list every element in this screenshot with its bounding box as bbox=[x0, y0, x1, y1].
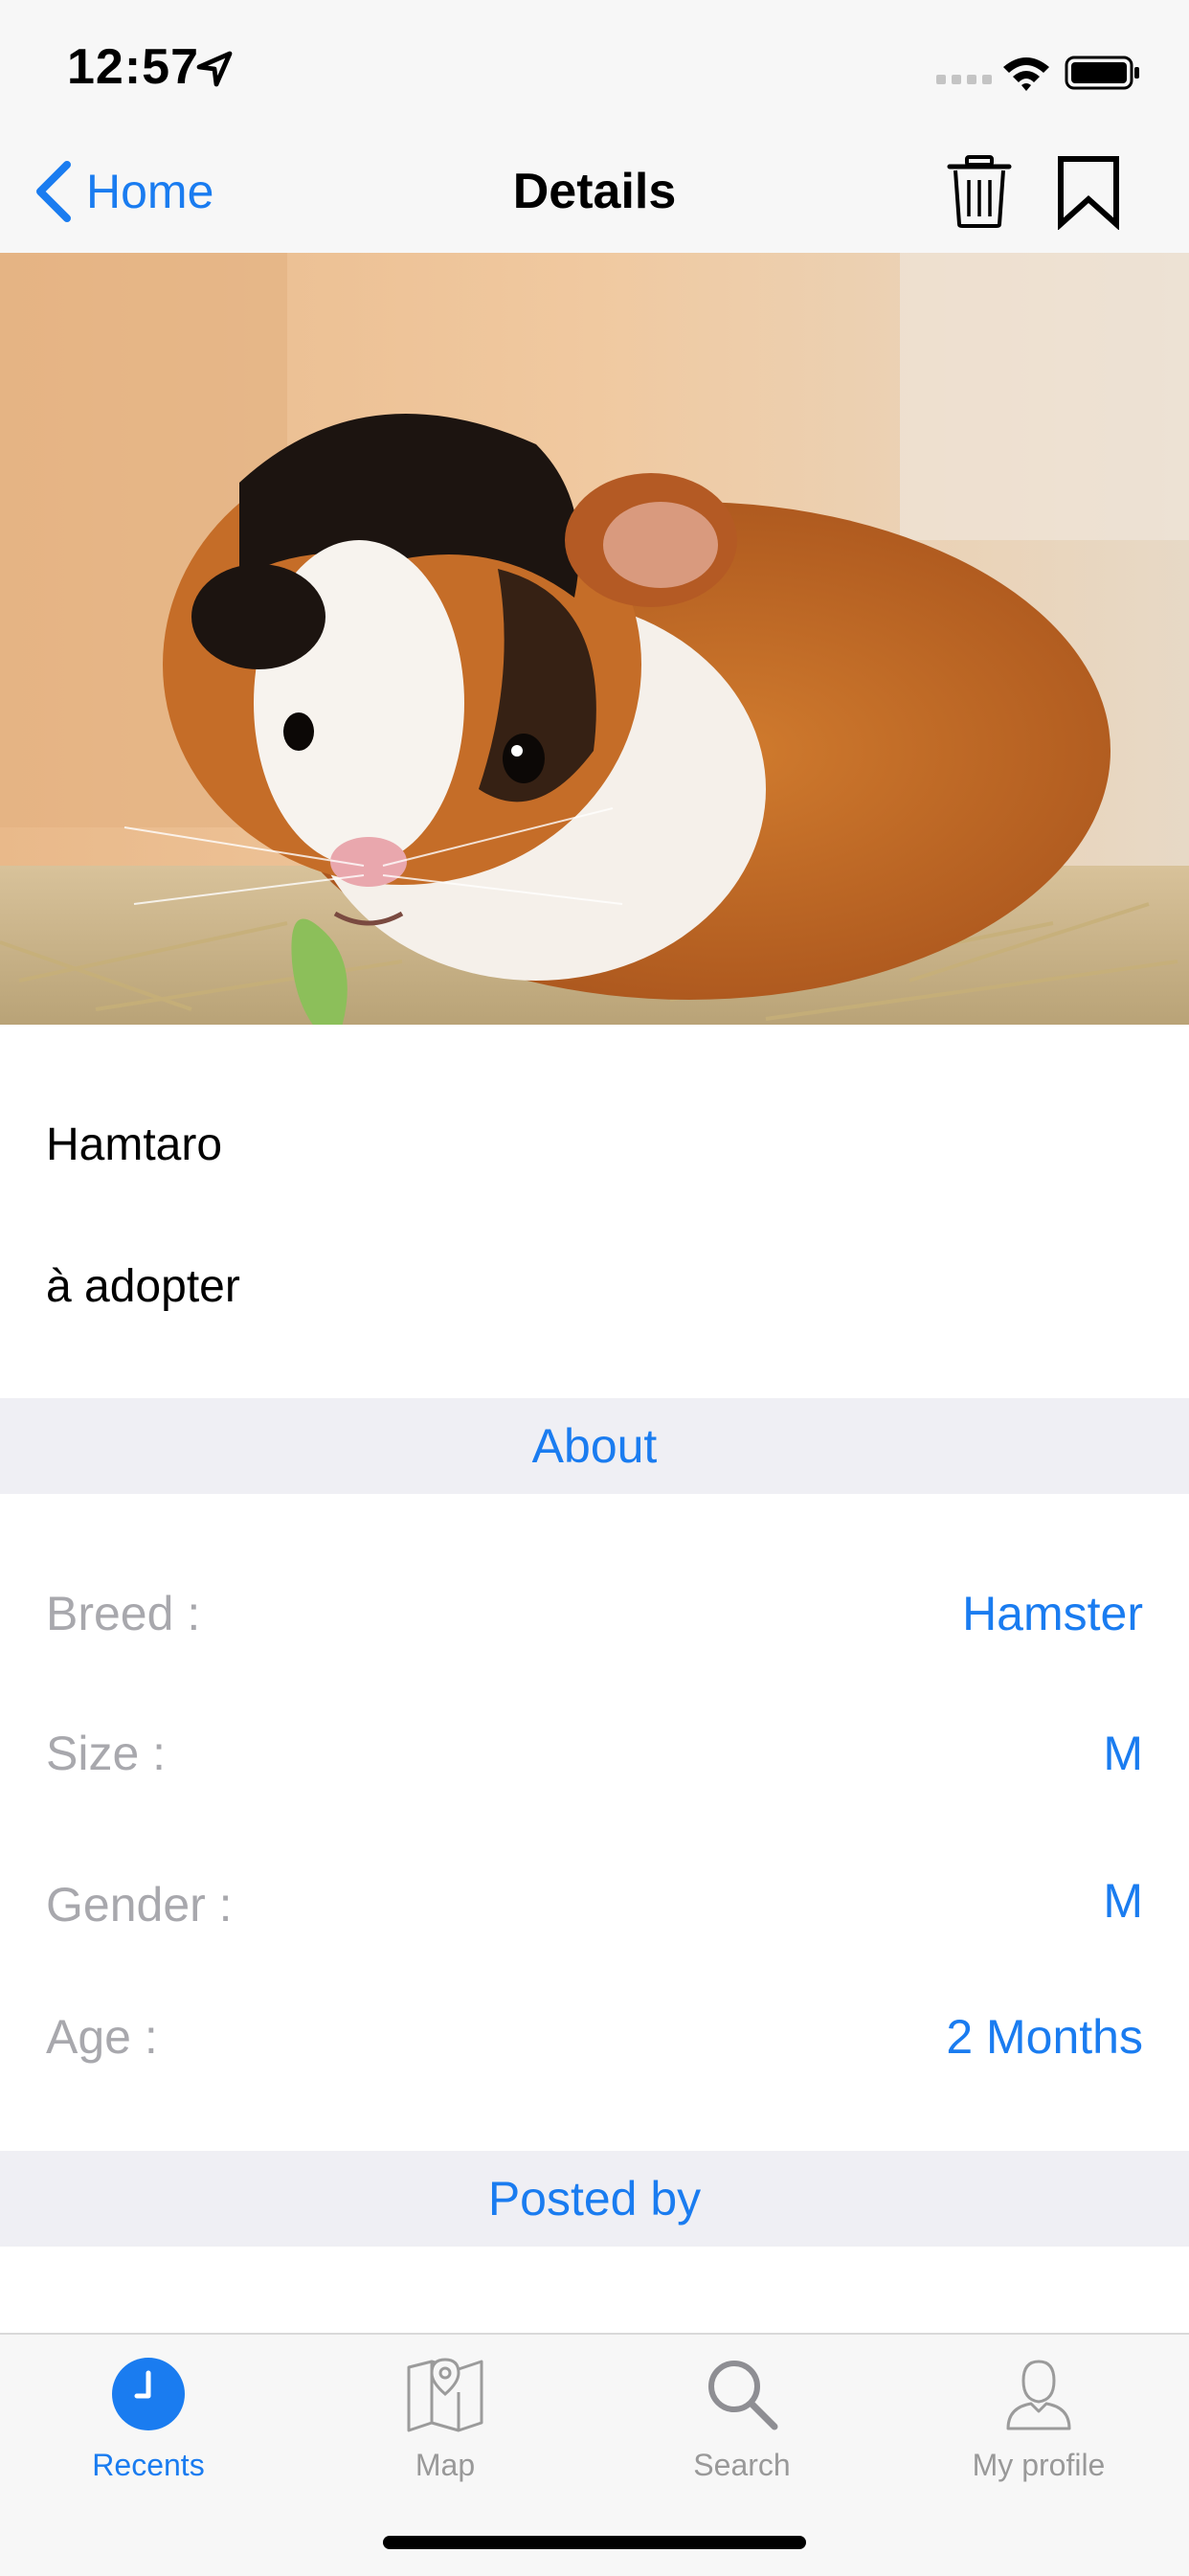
status-bar: 12:57 bbox=[0, 0, 1189, 134]
tab-my-profile-label: My profile bbox=[972, 2448, 1106, 2482]
size-label: Size : bbox=[46, 1727, 167, 1780]
breed-value: Hamster bbox=[962, 1587, 1143, 1640]
search-icon bbox=[708, 2361, 778, 2430]
age-label: Age : bbox=[46, 2010, 158, 2064]
tab-my-profile[interactable]: My profile bbox=[890, 2354, 1187, 2517]
size-value: M bbox=[1103, 1727, 1143, 1780]
person-icon bbox=[1006, 2360, 1071, 2430]
tab-search-label: Search bbox=[693, 2448, 791, 2482]
tab-search[interactable]: Search bbox=[594, 2354, 890, 2517]
guinea-pig-image bbox=[0, 253, 1189, 1025]
pet-status: à adopter bbox=[46, 1261, 240, 1312]
navigation-bar: Home Details bbox=[0, 134, 1189, 255]
cellular-signal-icon bbox=[936, 75, 992, 84]
pet-photo bbox=[0, 253, 1189, 1025]
about-section-header: About bbox=[0, 1398, 1189, 1494]
tab-recents[interactable]: Recents bbox=[0, 2354, 297, 2517]
clock-icon bbox=[112, 2358, 185, 2430]
posted-by-section-header: Posted by bbox=[0, 2151, 1189, 2247]
wifi-icon bbox=[1003, 57, 1049, 91]
tab-map[interactable]: Map bbox=[297, 2354, 594, 2517]
gender-label: Gender : bbox=[46, 1878, 233, 1932]
gender-value: M bbox=[1103, 1874, 1143, 1928]
bookmark-icon[interactable] bbox=[1053, 153, 1124, 230]
status-time: 12:57 bbox=[67, 39, 199, 95]
battery-icon bbox=[1065, 56, 1139, 90]
pet-name: Hamtaro bbox=[46, 1119, 223, 1170]
tab-recents-label: Recents bbox=[92, 2448, 205, 2482]
location-arrow-icon bbox=[196, 51, 233, 87]
trash-icon[interactable] bbox=[946, 153, 1013, 230]
home-indicator[interactable] bbox=[383, 2536, 806, 2549]
map-icon bbox=[407, 2358, 483, 2432]
breed-label: Breed : bbox=[46, 1587, 201, 1640]
tab-map-label: Map bbox=[415, 2448, 476, 2482]
age-value: 2 Months bbox=[946, 2010, 1143, 2064]
